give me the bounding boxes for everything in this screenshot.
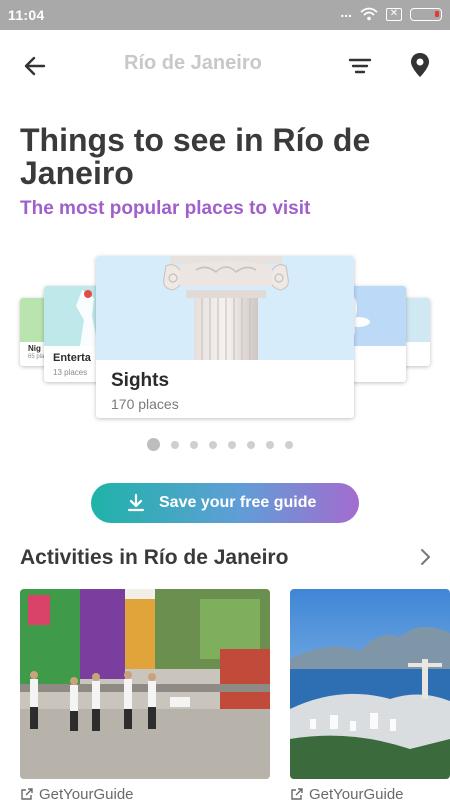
- save-guide-label: Save your free guide: [159, 494, 317, 511]
- battery-level: [435, 10, 439, 17]
- pagination-dot[interactable]: [266, 440, 274, 449]
- more-dots: ...: [340, 4, 352, 20]
- activity-card-christ-redeemer[interactable]: [290, 589, 450, 779]
- category-count: 13 places: [53, 368, 88, 377]
- category-label: Nig: [28, 344, 41, 353]
- location-pin-icon[interactable]: [406, 50, 434, 80]
- filter-icon[interactable]: [346, 52, 374, 80]
- category-count: 65 pla: [28, 354, 45, 360]
- activities-title: Activities in Río de Janeiro: [20, 546, 289, 569]
- status-icons: ... ✕: [340, 4, 442, 21]
- status-bar: 11:04 ... ✕: [0, 0, 450, 30]
- provider-label: GetYourGuide: [309, 786, 404, 800]
- activity-photo: [20, 589, 270, 779]
- pagination-dot[interactable]: [285, 440, 293, 449]
- save-guide-button[interactable]: Save your free guide: [91, 483, 359, 523]
- category-image: [96, 256, 354, 360]
- external-link-icon: [291, 788, 303, 800]
- wifi-icon: [360, 7, 378, 21]
- app-bar: Río de Janeiro: [0, 30, 450, 100]
- activity-provider[interactable]: GetYourGuide: [290, 786, 404, 800]
- pagination-dot-active[interactable]: [147, 438, 160, 451]
- pagination-dot[interactable]: [228, 440, 236, 449]
- chevron-right-icon[interactable]: [414, 546, 436, 568]
- pagination-dot[interactable]: [209, 440, 217, 449]
- status-time: 11:04: [8, 7, 45, 23]
- provider-label: GetYourGuide: [39, 786, 134, 800]
- category-label: Sights: [111, 370, 170, 391]
- category-label: Enterta: [53, 352, 91, 364]
- page-subtitle: The most popular places to visit: [20, 198, 311, 219]
- external-link-icon: [21, 788, 33, 800]
- category-image: [44, 286, 102, 346]
- page-title: Things to see in Río de Janeiro: [20, 122, 371, 191]
- category-card-sights[interactable]: Sights 170 places: [96, 256, 354, 418]
- x-box-icon: ✕: [386, 7, 402, 21]
- download-icon: [127, 493, 145, 512]
- pagination-dot[interactable]: [171, 440, 179, 449]
- category-card-entertainment[interactable]: Enterta 13 places: [44, 286, 102, 382]
- battery-icon: [410, 7, 442, 21]
- category-count: 170 places: [111, 396, 179, 412]
- back-arrow-icon[interactable]: [20, 52, 50, 80]
- carousel-pagination: [147, 438, 293, 451]
- column-icon: [163, 256, 289, 360]
- activity-card-capoeira[interactable]: [20, 589, 270, 779]
- pagination-dot[interactable]: [247, 440, 255, 449]
- activity-provider[interactable]: GetYourGuide: [20, 786, 134, 800]
- carousel-figure-icon: [76, 290, 98, 346]
- appbar-title: Río de Janeiro: [124, 52, 262, 74]
- pagination-dot[interactable]: [190, 440, 198, 449]
- activity-photo: [290, 589, 450, 779]
- category-carousel[interactable]: Nig 65 pla Enterta 13 places Sights 170 …: [0, 240, 450, 430]
